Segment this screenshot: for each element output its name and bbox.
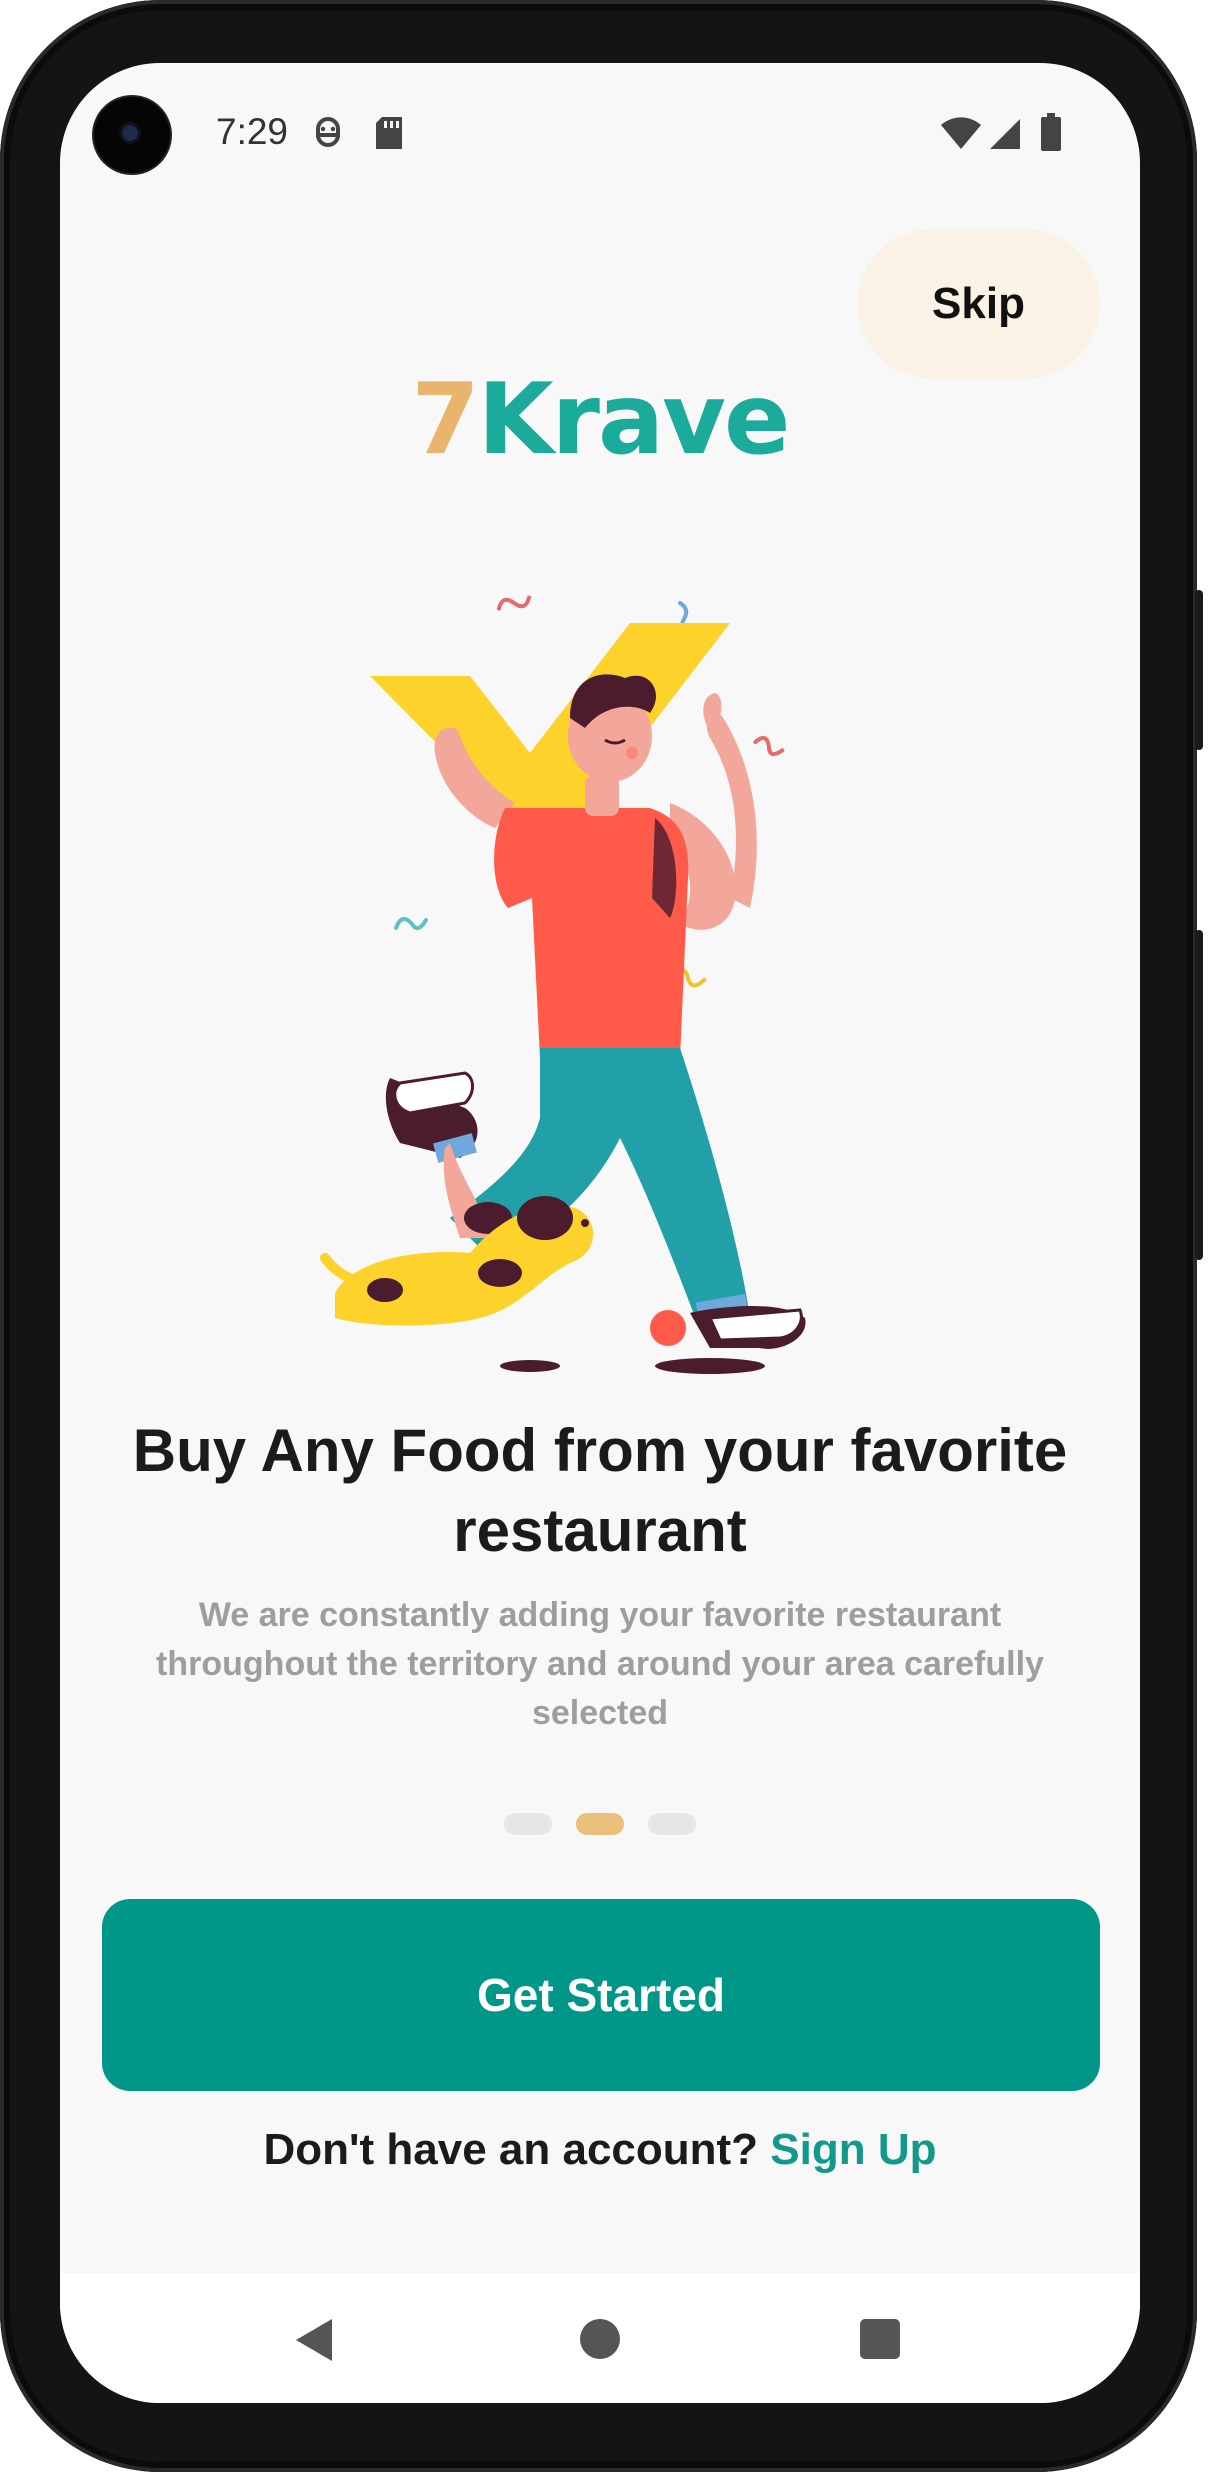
sign-up-link[interactable]: Sign Up xyxy=(770,2125,936,2174)
page-indicator xyxy=(60,1813,1140,1835)
signup-prompt: Don't have an account? xyxy=(263,2125,759,2174)
status-bar: 7:29 xyxy=(60,63,1140,203)
sd-card-icon xyxy=(376,117,402,149)
battery-icon xyxy=(1041,113,1061,151)
volume-button xyxy=(1195,930,1203,1260)
status-time: 7:29 xyxy=(216,111,289,152)
logo-seven: 7 xyxy=(411,363,480,477)
power-button xyxy=(1195,590,1203,750)
cellular-signal-icon xyxy=(990,119,1020,149)
logo-name: Krave xyxy=(477,363,791,477)
phone-frame: 7:29 Skip 7Krave Buy Any Food from your … xyxy=(0,0,1203,2472)
home-icon[interactable] xyxy=(578,2317,622,2361)
onboarding-illustration xyxy=(320,595,806,1374)
system-navigation-bar xyxy=(60,2273,1140,2403)
page-dot-active xyxy=(576,1813,624,1835)
signup-row: Don't have an account? Sign Up xyxy=(60,2125,1140,2175)
app-screen: 7:29 Skip 7Krave Buy Any Food from your … xyxy=(60,63,1140,2403)
back-icon[interactable] xyxy=(292,2317,336,2363)
onboarding-description: We are constantly adding your favorite r… xyxy=(156,1596,1044,1732)
recents-icon[interactable] xyxy=(860,2319,900,2359)
app-logo: 7Krave xyxy=(60,363,1140,477)
page-dot xyxy=(504,1813,552,1835)
front-camera xyxy=(94,97,170,173)
onboarding-headline: Buy Any Food from your favorite restaura… xyxy=(132,1417,1068,1564)
page-dot xyxy=(648,1813,696,1835)
wifi-icon xyxy=(941,117,981,149)
robot-notification-icon xyxy=(316,117,340,147)
get-started-button[interactable]: Get Started xyxy=(102,1899,1100,2091)
skip-button[interactable]: Skip xyxy=(857,229,1100,379)
